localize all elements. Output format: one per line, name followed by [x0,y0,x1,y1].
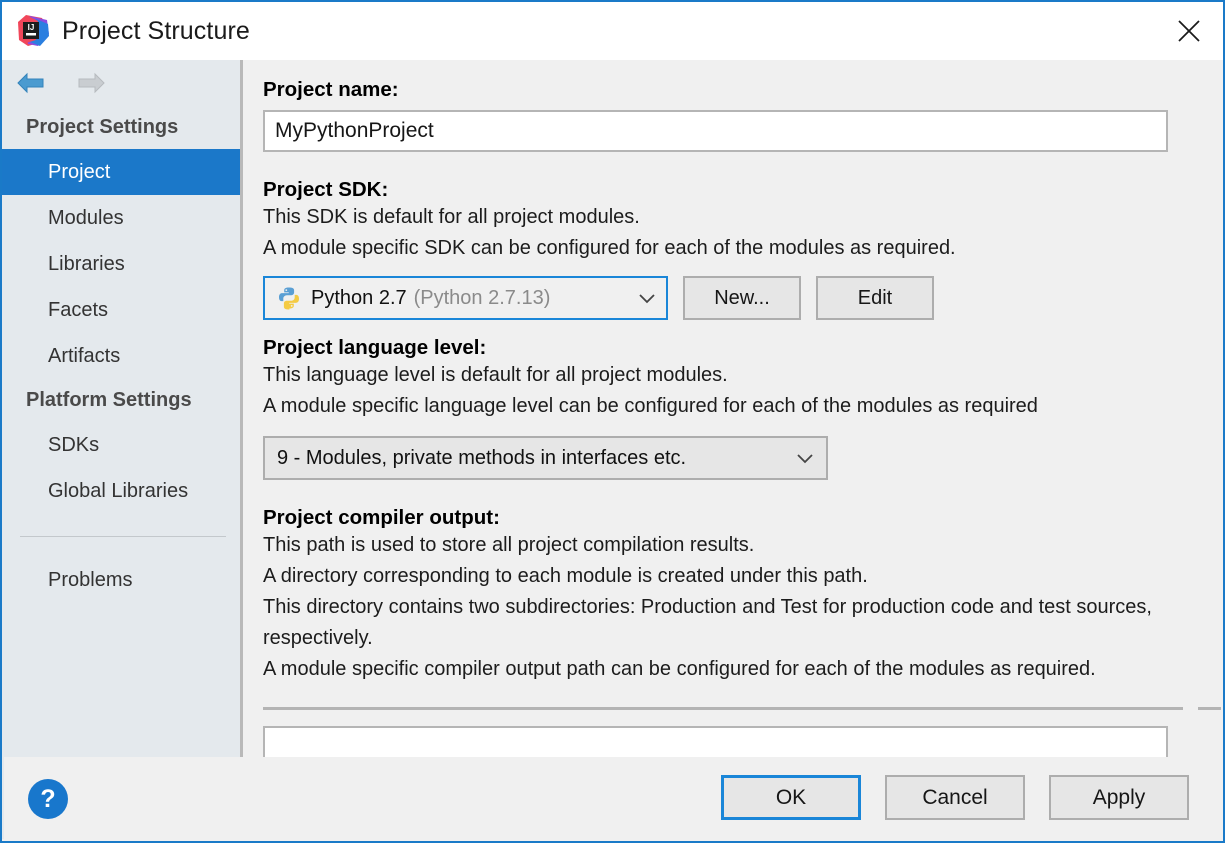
language-level-description-line-2: A module specific language level can be … [263,391,1221,422]
sidebar-item-facets[interactable]: Facets [2,287,240,333]
compiler-output-description: This path is used to store all project c… [263,530,1203,685]
project-sdk-description-line-1: This SDK is default for all project modu… [263,202,1221,233]
project-sdk-name: Python 2.7 [311,287,407,310]
project-sdk-row: Python 2.7 (Python 2.7.13) New... Edit [263,276,1221,320]
new-sdk-button[interactable]: New... [683,276,801,320]
project-language-level-combobox[interactable]: 9 - Modules, private methods in interfac… [263,436,828,480]
dialog-titlebar: IJ Project Structure [2,2,1223,60]
project-structure-dialog: IJ Project Structure Project Settings Pr… [0,0,1225,843]
project-sdk-description-line-2: A module specific SDK can be configured … [263,233,1221,264]
chevron-down-icon [796,453,814,464]
language-level-selected-value: 9 - Modules, private methods in interfac… [277,447,686,470]
project-compiler-output-label: Project compiler output: [263,506,1221,530]
edit-sdk-button[interactable]: Edit [816,276,934,320]
language-level-description-line-1: This language level is default for all p… [263,360,1221,391]
content-separator [263,707,1183,710]
settings-sidebar: Project Settings Project Modules Librari… [2,60,240,839]
dialog-actions: OK Cancel Apply [721,775,1189,820]
sidebar-group-platform-settings: Platform Settings [2,379,240,422]
close-icon[interactable] [1155,2,1223,60]
sidebar-item-project[interactable]: Project [2,149,240,195]
sidebar-item-libraries[interactable]: Libraries [2,241,240,287]
project-name-label: Project name: [263,78,1221,102]
sidebar-item-global-libraries[interactable]: Global Libraries [2,468,240,514]
arrow-left-icon[interactable] [16,71,46,95]
intellij-idea-logo-icon: IJ [16,14,50,48]
sidebar-item-sdks[interactable]: SDKs [2,422,240,468]
sidebar-group-project-settings: Project Settings [2,106,240,149]
ok-button[interactable]: OK [721,775,861,820]
apply-button[interactable]: Apply [1049,775,1189,820]
python-icon [277,286,301,310]
sidebar-item-modules[interactable]: Modules [2,195,240,241]
compiler-output-path-input[interactable] [263,726,1168,759]
svg-text:IJ: IJ [28,23,35,32]
project-language-level-label: Project language level: [263,336,1221,360]
project-sdk-combobox[interactable]: Python 2.7 (Python 2.7.13) [263,276,668,320]
project-sdk-version: (Python 2.7.13) [414,287,551,310]
arrow-right-icon [76,71,106,95]
settings-content-panel: Project name: Project SDK: This SDK is d… [243,60,1221,759]
dialog-title: Project Structure [62,17,250,46]
sidebar-item-artifacts[interactable]: Artifacts [2,333,240,379]
chevron-down-icon [638,293,656,304]
project-sdk-label: Project SDK: [263,178,1221,202]
dialog-button-bar: ? OK Cancel Apply [4,757,1221,839]
cancel-button[interactable]: Cancel [885,775,1025,820]
sidebar-item-problems[interactable]: Problems [2,557,240,603]
sidebar-navigation [2,60,240,106]
help-button[interactable]: ? [28,779,68,819]
sidebar-separator [20,536,226,537]
project-name-input[interactable] [263,110,1168,152]
